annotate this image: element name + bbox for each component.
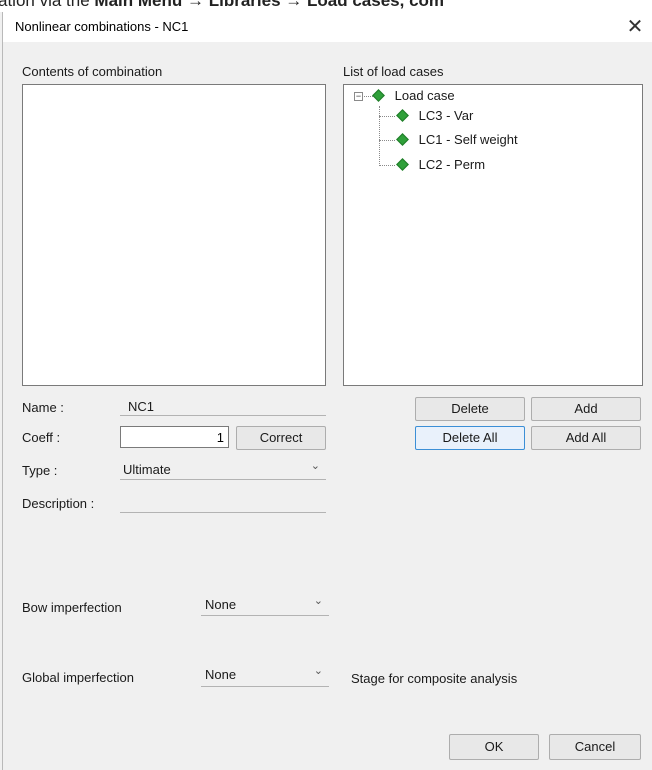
add-all-button[interactable]: Add All xyxy=(531,426,641,450)
coeff-label: Coeff : xyxy=(22,430,61,445)
background-text-bold: Load cases, com xyxy=(307,0,445,10)
type-value: Ultimate xyxy=(123,462,171,477)
cancel-button[interactable]: Cancel xyxy=(549,734,641,760)
type-label: Type : xyxy=(22,463,58,478)
tree-connector xyxy=(379,140,395,141)
name-value: NC1 xyxy=(128,399,155,414)
tree-item-lc1[interactable]: LC1 - Self weight xyxy=(396,131,518,149)
add-button[interactable]: Add xyxy=(531,397,641,421)
chevron-down-icon: ⌄ xyxy=(313,595,323,607)
green-diamond-icon xyxy=(396,109,409,122)
name-label: Name : xyxy=(22,400,64,415)
nonlinear-combinations-dialog: Nonlinear combinations - NC1 ✕ Contents … xyxy=(2,12,652,770)
green-diamond-icon xyxy=(372,89,385,102)
tree-root-label: Load case xyxy=(394,88,455,103)
tree-connector xyxy=(379,106,380,166)
tree-item-label: LC3 - Var xyxy=(418,108,474,123)
bow-imperfection-select[interactable]: None ⌄ xyxy=(201,594,329,616)
chevron-down-icon: ⌄ xyxy=(313,665,323,677)
close-icon: ✕ xyxy=(626,16,644,38)
bow-imperfection-value: None xyxy=(205,597,237,612)
green-diamond-icon xyxy=(396,158,409,171)
load-cases-tree[interactable]: − Load case LC3 - Var LC1 - Self weight … xyxy=(343,84,643,386)
ok-button[interactable]: OK xyxy=(449,734,539,760)
close-button[interactable]: ✕ xyxy=(617,12,652,42)
delete-button[interactable]: Delete xyxy=(415,397,525,421)
correct-button[interactable]: Correct xyxy=(236,426,326,450)
bow-imperfection-label: Bow imperfection xyxy=(22,600,122,615)
tree-item-label: LC2 - Perm xyxy=(418,157,486,172)
name-field[interactable]: NC1 xyxy=(120,396,326,416)
background-text-bold: Libraries xyxy=(208,0,281,10)
tree-item-lc3[interactable]: LC3 - Var xyxy=(396,107,474,125)
dialog-title: Nonlinear combinations - NC1 xyxy=(15,19,189,34)
tree-item-label: LC1 - Self weight xyxy=(418,132,518,147)
global-imperfection-select[interactable]: None ⌄ xyxy=(201,665,329,687)
coeff-input[interactable] xyxy=(120,426,229,448)
global-imperfection-label: Global imperfection xyxy=(22,670,134,685)
description-field[interactable] xyxy=(120,491,326,513)
background-text-fragment: ation via the xyxy=(0,0,90,10)
tree-connector xyxy=(379,165,395,166)
green-diamond-icon xyxy=(396,133,409,146)
delete-all-button[interactable]: Delete All xyxy=(415,426,525,450)
background-text: ation via the Main Menu → Libraries → Lo… xyxy=(0,0,444,11)
chevron-down-icon: ⌄ xyxy=(310,460,320,472)
tree-item-lc2[interactable]: LC2 - Perm xyxy=(396,156,486,174)
tree-connector xyxy=(379,116,395,117)
contents-label: Contents of combination xyxy=(22,64,163,79)
background-text-arrow: → xyxy=(187,0,204,10)
contents-list[interactable] xyxy=(22,84,326,386)
collapse-icon[interactable]: − xyxy=(354,92,363,101)
title-bar: Nonlinear combinations - NC1 ✕ xyxy=(3,12,652,42)
background-document: ation via the Main Menu → Libraries → Lo… xyxy=(0,0,652,12)
description-label: Description : xyxy=(22,496,95,511)
type-select[interactable]: Ultimate ⌄ xyxy=(120,458,326,480)
tree-root-load-case[interactable]: Load case xyxy=(372,87,455,105)
background-text-arrow: → xyxy=(285,0,303,10)
load-cases-label: List of load cases xyxy=(343,64,444,79)
stage-composite-label: Stage for composite analysis xyxy=(351,671,518,686)
background-text-bold: Main Menu xyxy=(94,0,183,10)
global-imperfection-value: None xyxy=(205,667,237,682)
